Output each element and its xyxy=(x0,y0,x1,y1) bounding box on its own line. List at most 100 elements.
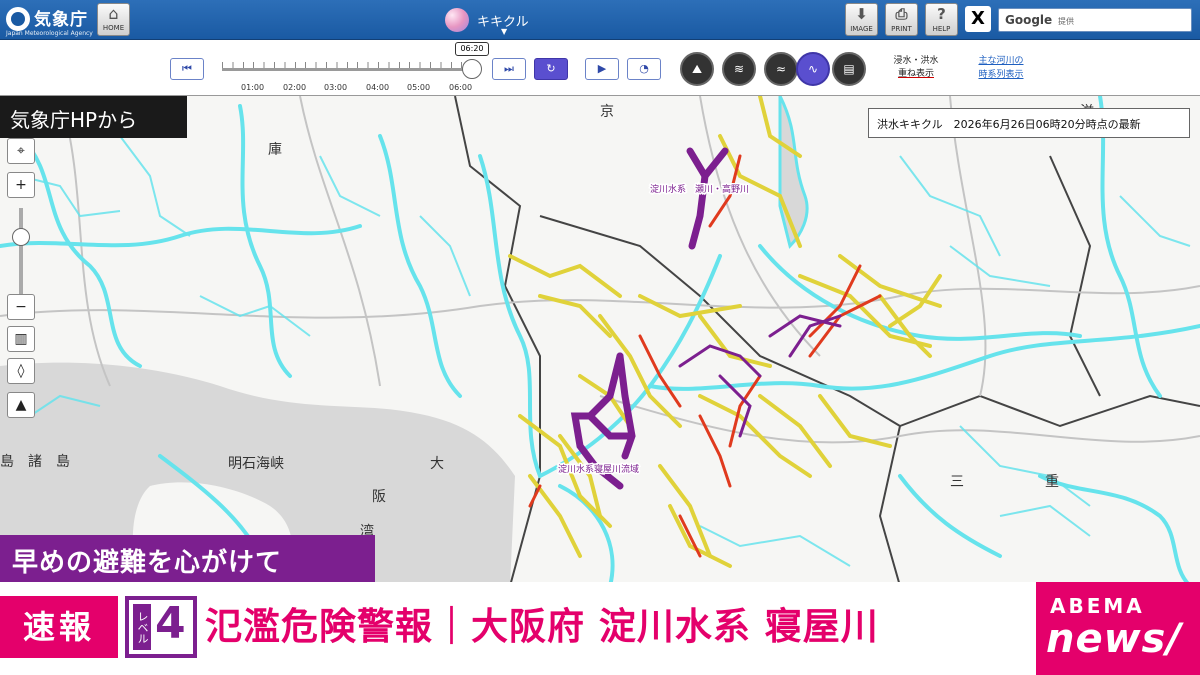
prefecture-border xyxy=(1049,155,1101,397)
refresh-icon: ↻ xyxy=(546,62,556,75)
time-label: 01:00 xyxy=(241,83,265,92)
time-label: 05:00 xyxy=(407,83,431,92)
timeline-track[interactable] xyxy=(222,68,472,71)
river-icon: ∿ xyxy=(807,62,819,76)
overlay-toggle[interactable]: 浸水・洪水 重ね表示 xyxy=(888,55,944,81)
play-button[interactable]: ▶ xyxy=(585,58,619,80)
breaking-badge: 速報 xyxy=(0,596,118,658)
time-label: 03:00 xyxy=(324,83,348,92)
home-label: HOME xyxy=(102,24,125,32)
landslide-icon: ⛰ xyxy=(691,62,703,76)
source-tag: 気象庁HPから xyxy=(0,96,187,138)
terrain-button[interactable]: ▲ xyxy=(7,392,35,418)
place-label: 明石海峡 xyxy=(228,456,284,472)
search-brand: Google xyxy=(1005,13,1053,27)
x-icon: X xyxy=(971,8,985,29)
download-icon: ⬇ xyxy=(855,5,868,23)
layer-river-button[interactable]: ∿ xyxy=(796,52,830,86)
chevron-down-icon: ▼ xyxy=(501,27,508,36)
layer-inundation-button[interactable]: ≋ xyxy=(722,52,756,86)
home-button[interactable]: ⌂ HOME xyxy=(97,3,130,36)
refresh-button[interactable]: ↻ xyxy=(534,58,568,80)
location-pin-icon: ⌖ xyxy=(17,143,25,159)
prefecture-border xyxy=(539,215,902,586)
print-button[interactable]: ⎙ PRINT xyxy=(885,3,918,36)
overlay-label-1: 浸水・洪水 xyxy=(893,56,939,66)
flood-icon: ≈ xyxy=(775,62,787,76)
skip-forward-button[interactable]: ⏭ xyxy=(492,58,526,80)
zoom-in-button[interactable]: + xyxy=(7,172,35,198)
zoom-slider-track[interactable] xyxy=(19,208,23,298)
river-timeseries-link[interactable]: 主な河川の 時系列表示 xyxy=(968,54,1034,82)
series-link-2: 時系列表示 xyxy=(978,70,1024,80)
image-label: IMAGE xyxy=(850,25,873,33)
printer-icon: ⎙ xyxy=(895,5,908,23)
map-info-panel: 洪水キキクル 2026年6月26日06時20分時点の最新 xyxy=(868,108,1190,138)
drop-button[interactable]: ◊ xyxy=(7,358,35,384)
river-label: 淀川水系寝屋川流域 xyxy=(558,463,639,475)
river-label: 淀川水系 瀬川・高野川 xyxy=(650,183,749,195)
level-number: 4 xyxy=(155,598,186,649)
place-label: 島 xyxy=(56,454,70,470)
mountain-icon: ▲ xyxy=(15,397,27,413)
plus-icon: + xyxy=(15,177,27,193)
basemap-button[interactable]: ▥ xyxy=(7,326,35,352)
skip-back-icon: ⏮ xyxy=(182,62,192,75)
inundation-icon: ≋ xyxy=(733,62,745,76)
place-label: 島 xyxy=(0,454,14,470)
droplet-icon: ◊ xyxy=(17,363,25,379)
place-label: 庫 xyxy=(268,141,282,158)
place-label: 重 xyxy=(1045,474,1059,490)
time-label: 04:00 xyxy=(366,83,390,92)
image-button[interactable]: ⬇ IMAGE xyxy=(845,3,878,36)
alert-level-badge: レベル 4 xyxy=(125,596,197,658)
layer-map-button[interactable]: ▤ xyxy=(832,52,866,86)
prefecture-border xyxy=(899,394,1200,428)
map-icon: ▥ xyxy=(14,331,28,347)
playback-controls: ⏮ 06:20 01:00 02:00 03:00 04:00 05:00 06… xyxy=(0,40,1200,96)
brand-top: ABEMA xyxy=(1050,594,1145,618)
current-time: 06:20 xyxy=(455,42,489,56)
jma-logo[interactable]: 気象庁 Japan Meteorological Agency xyxy=(6,3,96,37)
skip-back-button[interactable]: ⏮ xyxy=(170,58,204,80)
place-label: 三 xyxy=(950,474,964,490)
time-label: 06:00 xyxy=(449,83,473,92)
place-label: 諸 xyxy=(28,454,42,470)
flood-risk-map[interactable]: 明石海峡 大 阪 島 諸 島 湾 三 重 庫 滋 京 淀川水系 瀬川・高野川 淀… xyxy=(0,96,1200,586)
play-icon: ▶ xyxy=(597,62,607,75)
layer-flood-button[interactable]: ≈ xyxy=(764,52,798,86)
brand-bottom: news/ xyxy=(1046,616,1182,662)
home-icon: ⌂ xyxy=(108,4,119,23)
map-canvas: 明石海峡 大 阪 島 諸 島 湾 三 重 庫 滋 京 淀川水系 瀬川・高野川 淀… xyxy=(0,96,1200,586)
zoom-out-button[interactable]: − xyxy=(7,294,35,320)
map-icon: ▤ xyxy=(843,62,855,76)
minus-icon: − xyxy=(15,299,27,315)
speedometer-icon: ◔ xyxy=(639,62,649,75)
time-label: 02:00 xyxy=(283,83,307,92)
place-label: 京 xyxy=(600,104,614,120)
map-zoom-controls: ⌖ + − ▥ ◊ ▲ xyxy=(7,138,35,428)
search-input[interactable]: Google 提供 xyxy=(998,8,1192,32)
place-label: 大 xyxy=(430,456,444,472)
layer-landslide-button[interactable]: ⛰ xyxy=(680,52,714,86)
zoom-slider-handle[interactable] xyxy=(12,228,30,246)
print-label: PRINT xyxy=(891,25,912,33)
x-share-button[interactable]: X xyxy=(965,6,991,32)
abema-news-logo: ABEMA news/ xyxy=(1036,582,1200,675)
help-button[interactable]: ? HELP xyxy=(925,3,958,36)
subcaption: 早めの避難を心がけて xyxy=(0,535,375,582)
lake-biwa xyxy=(778,96,809,249)
speed-button[interactable]: ◔ xyxy=(627,58,661,80)
overlay-label-2: 重ね表示 xyxy=(897,69,934,79)
timeline-handle[interactable] xyxy=(462,59,482,79)
screen: 気象庁 Japan Meteorological Agency ⌂ HOME キ… xyxy=(0,0,1200,675)
level-prefix: レベル xyxy=(133,604,151,650)
agency-subtitle: Japan Meteorological Agency xyxy=(6,30,93,37)
skip-forward-icon: ⏭ xyxy=(504,62,514,75)
jma-logo-icon xyxy=(6,7,30,31)
help-label: HELP xyxy=(932,25,951,33)
location-button[interactable]: ⌖ xyxy=(7,138,35,164)
agency-name: 気象庁 xyxy=(34,10,88,30)
help-icon: ? xyxy=(937,5,946,23)
top-header: 気象庁 Japan Meteorological Agency ⌂ HOME キ… xyxy=(0,0,1200,40)
